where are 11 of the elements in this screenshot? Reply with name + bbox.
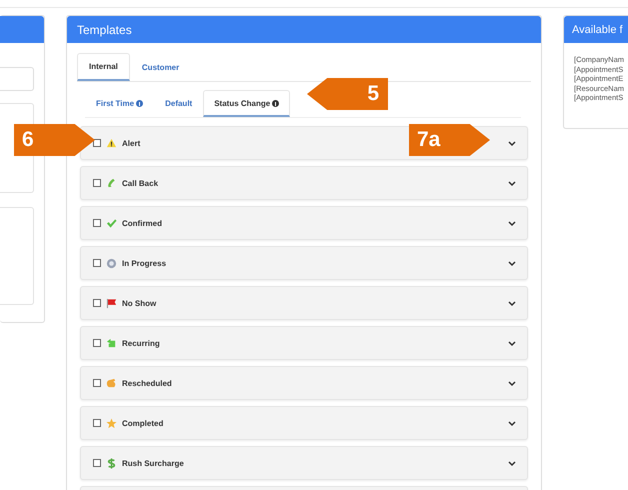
status-label: Completed [122,418,164,428]
status-label: Recurring [122,338,160,348]
status-label: Confirmed [122,218,162,228]
panel-title: Available f [564,16,628,43]
status-label: Alert [122,138,140,148]
status-label: Rush Surcharge [122,458,184,468]
panel-title: Templates [67,16,541,43]
status-label: Rescheduled [122,378,172,388]
status-label: Call Back [122,178,158,188]
status-label: No Show [122,298,156,308]
status-label: In Progress [122,258,166,268]
